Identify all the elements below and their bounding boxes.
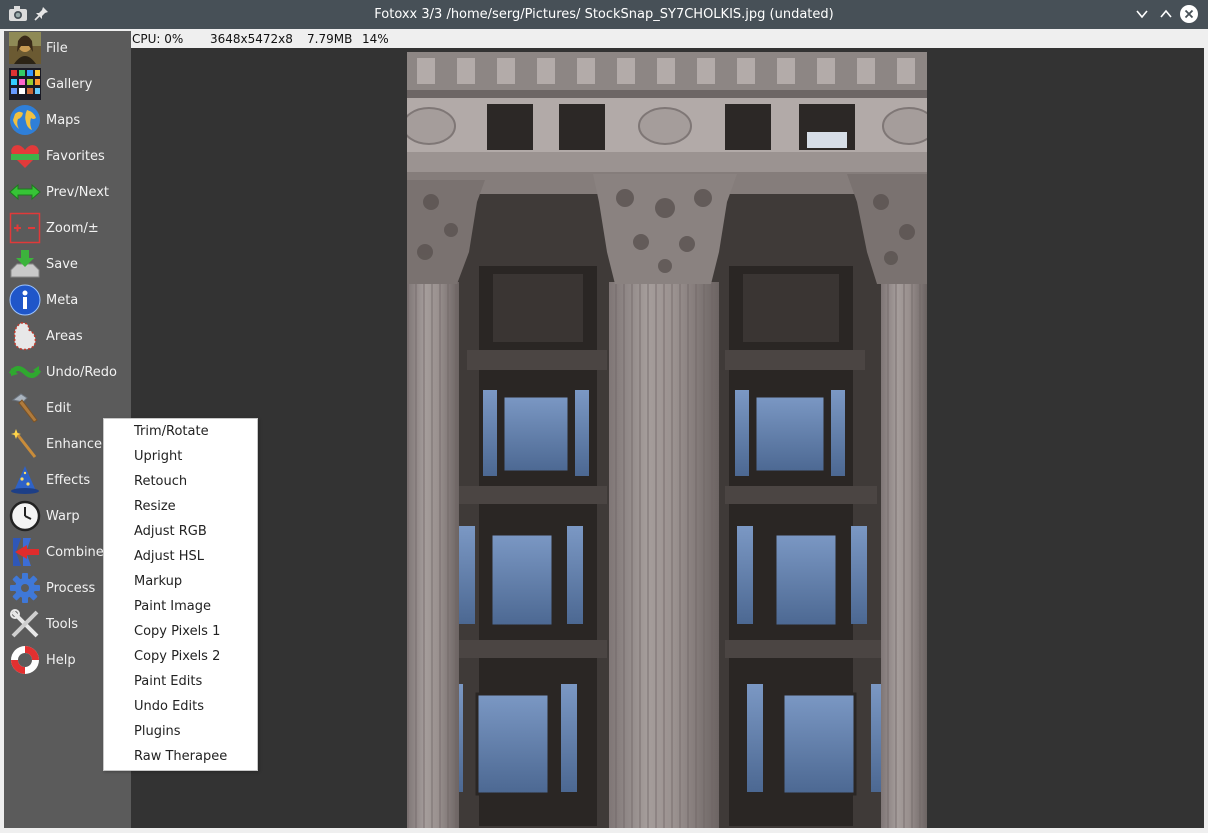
sidebar-item-zoom[interactable]: Zoom/±	[4, 211, 131, 245]
minimize-chevron-icon[interactable]	[1133, 5, 1151, 23]
menu-item-retouch[interactable]: Retouch	[134, 474, 187, 489]
info-icon	[8, 283, 42, 317]
undo-redo-icon	[8, 355, 42, 389]
close-icon[interactable]	[1180, 5, 1198, 23]
tools-icon	[8, 607, 42, 641]
menu-item-adjust-rgb[interactable]: Adjust RGB	[134, 524, 207, 539]
menu-item-paint-edits[interactable]: Paint Edits	[134, 674, 202, 689]
sidebar-item-undo-redo[interactable]: Undo/Redo	[4, 355, 131, 389]
sidebar-item-file[interactable]: File	[4, 31, 131, 65]
menu-item-copy-pixels-1[interactable]: Copy Pixels 1	[134, 624, 220, 639]
magic-wand-icon	[8, 427, 42, 461]
globe-icon	[8, 103, 42, 137]
status-bar: CPU: 0% 3648x5472x8 7.79MB 14%	[131, 31, 1204, 48]
heart-icon	[8, 139, 42, 173]
save-icon	[8, 247, 42, 281]
maximize-chevron-icon[interactable]	[1157, 5, 1175, 23]
file-size: 7.79MB	[307, 32, 353, 46]
clock-icon	[8, 499, 42, 533]
menu-item-adjust-hsl[interactable]: Adjust HSL	[134, 549, 204, 564]
cpu-readout: CPU: 0%	[132, 32, 184, 46]
menu-item-markup[interactable]: Markup	[134, 574, 182, 589]
sidebar-item-save[interactable]: Save	[4, 247, 131, 281]
image-canvas[interactable]	[131, 48, 1204, 828]
building-photo[interactable]	[407, 52, 927, 828]
image-dimensions: 3648x5472x8	[210, 32, 293, 46]
sidebar-item-favorites[interactable]: Favorites	[4, 139, 131, 173]
gear-icon	[8, 571, 42, 605]
double-arrow-icon	[8, 175, 42, 209]
sidebar-item-meta[interactable]: Meta	[4, 283, 131, 317]
zoom-level: 14%	[362, 32, 389, 46]
lifebuoy-icon	[8, 643, 42, 677]
sidebar-item-areas[interactable]: Areas	[4, 319, 131, 353]
zoom-icon	[8, 211, 42, 245]
menu-item-raw-therapee[interactable]: Raw Therapee	[134, 749, 227, 764]
sidebar-item-maps[interactable]: Maps	[4, 103, 131, 137]
menu-item-copy-pixels-2[interactable]: Copy Pixels 2	[134, 649, 220, 664]
menu-item-upright[interactable]: Upright	[134, 449, 182, 464]
area-select-icon	[8, 319, 42, 353]
wizard-hat-icon	[8, 463, 42, 497]
menu-item-trim-rotate[interactable]: Trim/Rotate	[134, 424, 209, 439]
mona-lisa-icon	[8, 31, 42, 65]
combine-icon	[8, 535, 42, 569]
window-title: Fotoxx 3/3 /home/serg/Pictures/ StockSna…	[374, 7, 834, 22]
sidebar-item-gallery[interactable]: Gallery	[4, 67, 131, 101]
menu-item-undo-edits[interactable]: Undo Edits	[134, 699, 204, 714]
gallery-grid-icon	[8, 67, 42, 101]
edit-popup-menu: Trim/Rotate Upright Retouch Resize Adjus…	[103, 418, 258, 771]
menu-item-resize[interactable]: Resize	[134, 499, 176, 514]
hammer-icon	[8, 391, 42, 425]
menu-item-paint-image[interactable]: Paint Image	[134, 599, 211, 614]
sidebar-item-prev-next[interactable]: Prev/Next	[4, 175, 131, 209]
menu-item-plugins[interactable]: Plugins	[134, 724, 181, 739]
title-bar: Fotoxx 3/3 /home/serg/Pictures/ StockSna…	[0, 0, 1208, 29]
